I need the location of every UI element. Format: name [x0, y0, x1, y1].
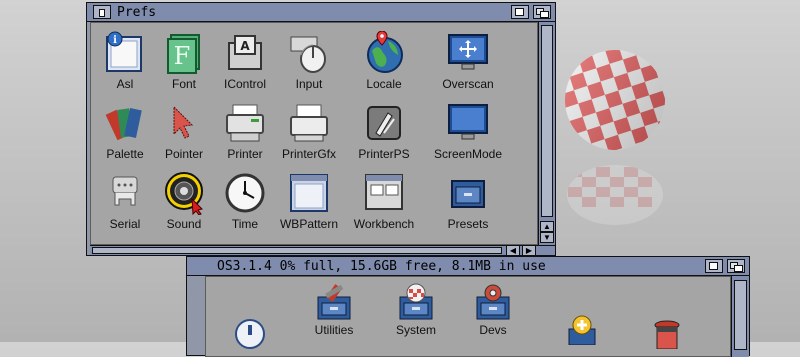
prefs-scroll-left-button[interactable]: ◀	[506, 245, 520, 256]
svg-text:i: i	[113, 35, 117, 46]
prefs-icon-wbpattern[interactable]: WBPattern	[269, 171, 349, 231]
printergfx-icon	[290, 104, 328, 142]
icontrol-prefs-icon: A	[228, 35, 262, 70]
prefs-icon-wbpattern-label: WBPattern	[279, 217, 339, 231]
prefs-icon-screenmode[interactable]: ScreenMode	[428, 101, 508, 161]
disk-window-title: OS3.1.4 0% full, 15.6GB free, 8.1MB in u…	[217, 259, 546, 274]
drawer-utilities-label: Utilities	[314, 323, 354, 337]
devs-drawer-icon	[476, 284, 510, 320]
clock-icon	[225, 173, 265, 213]
prefs-window-vscroll[interactable]: ▲ ▼	[538, 22, 555, 245]
prefs-window-depth-button[interactable]	[533, 5, 551, 19]
drawer-utilities[interactable]: Utilities	[294, 283, 374, 337]
prefs-icon-printerps-label: PrinterPS	[358, 147, 410, 161]
asl-prefs-icon: i	[106, 31, 142, 72]
prefs-window-title: Prefs	[117, 5, 157, 20]
prefs-icon-overscan-label: Overscan	[442, 77, 494, 91]
prefs-window-hscroll-knob[interactable]	[92, 247, 502, 254]
drawer-system[interactable]: System	[376, 283, 456, 337]
boing-ball-backdrop	[560, 45, 670, 225]
add-icon	[568, 315, 596, 346]
workbench-window-icon	[365, 174, 403, 210]
prefs-icon-printergfx[interactable]: PrinterGfx	[269, 101, 349, 161]
overscan-monitor-icon	[448, 34, 488, 70]
prefs-window-close-button[interactable]	[93, 5, 111, 19]
drawer-system-label: System	[395, 323, 436, 337]
disk-device-icon[interactable]	[235, 319, 265, 349]
printerps-icon	[367, 106, 401, 140]
svg-text:F: F	[174, 42, 191, 70]
pointer-prefs-icon	[173, 105, 194, 139]
prefs-icon-presets[interactable]: Presets	[428, 171, 508, 231]
printer-icon	[226, 104, 264, 142]
trashcan-icon[interactable]	[653, 319, 681, 350]
prefs-icon-locale[interactable]: Locale	[344, 30, 424, 91]
disk-window[interactable]: OS3.1.4 0% full, 15.6GB free, 8.1MB in u…	[186, 256, 750, 357]
prefs-icon-overscan[interactable]: Overscan	[428, 31, 508, 91]
palette-icon	[105, 108, 142, 141]
prefs-window-zoom-button[interactable]	[511, 5, 529, 19]
prefs-icon-printergfx-label: PrinterGfx	[281, 147, 336, 161]
prefs-icon-locale-label: Locale	[366, 77, 402, 91]
disk-window-vscroll[interactable]	[731, 276, 749, 357]
trash-icon	[654, 320, 680, 350]
locale-globe-icon	[367, 30, 403, 73]
presets-drawer-icon	[451, 180, 485, 208]
serial-port-icon	[112, 176, 138, 206]
prefs-window-vscroll-knob[interactable]	[541, 25, 553, 217]
prefs-icon-workbench-label: Workbench	[353, 217, 415, 231]
system-drawer-icon	[399, 283, 433, 320]
prefs-icon-input-label: Input	[295, 77, 323, 91]
prefs-window-titlebar[interactable]: Prefs	[87, 3, 555, 22]
prefs-icon-workbench[interactable]: Workbench	[344, 171, 424, 231]
prefs-scroll-right-button[interactable]: ▶	[522, 245, 536, 256]
wbpattern-icon	[290, 174, 328, 212]
prefs-icon-screenmode-label: ScreenMode	[433, 147, 503, 161]
prefs-window[interactable]: Prefs ▲ ▼ ◀ ▶ i Asl F Font A IControl In…	[86, 2, 556, 256]
prefs-window-hscroll[interactable]: ◀ ▶	[90, 245, 555, 256]
disk-window-vscroll-knob[interactable]	[734, 280, 747, 350]
font-prefs-icon: F	[167, 34, 200, 74]
utilities-drawer-icon	[317, 284, 351, 320]
prefs-scroll-up-button[interactable]: ▲	[540, 221, 554, 232]
drawer-devs[interactable]: Devs	[453, 283, 533, 337]
disk-window-zoom-button[interactable]	[705, 259, 723, 273]
prefs-scroll-down-button[interactable]: ▼	[540, 232, 554, 243]
input-prefs-icon	[290, 36, 326, 73]
disk-window-depth-button[interactable]	[727, 259, 745, 273]
prefs-icon-printerps[interactable]: PrinterPS	[344, 101, 424, 161]
disk-window-titlebar[interactable]: OS3.1.4 0% full, 15.6GB free, 8.1MB in u…	[187, 257, 749, 276]
svg-text:A: A	[240, 39, 250, 53]
prefs-icon-input[interactable]: Input	[269, 31, 349, 91]
prefs-icon-presets-label: Presets	[447, 217, 489, 231]
add-drawer-icon[interactable]	[567, 315, 597, 346]
drawer-devs-label: Devs	[479, 323, 507, 337]
screenmode-monitor-icon	[448, 104, 488, 140]
sound-speaker-icon	[165, 172, 203, 216]
